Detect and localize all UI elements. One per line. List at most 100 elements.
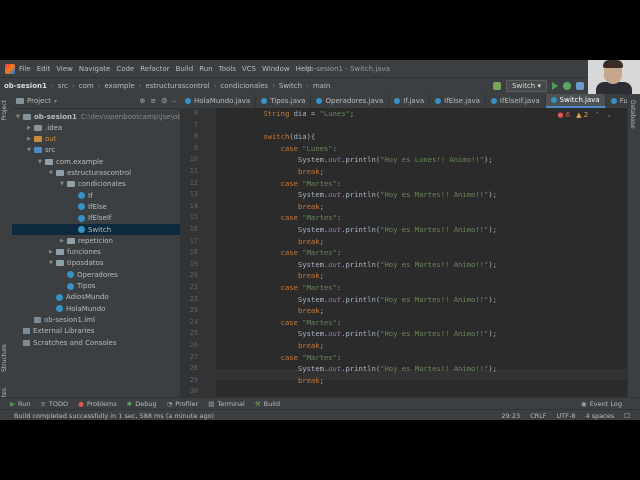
menu-build[interactable]: Build <box>176 65 194 73</box>
breadcrumb-condicionales[interactable]: condicionales <box>220 82 268 90</box>
menu-code[interactable]: Code <box>116 65 134 73</box>
expanded-arrow-icon[interactable]: ▼ <box>60 181 67 187</box>
breadcrumb-estructurascontrol[interactable]: estructurascontrol <box>145 82 209 90</box>
inspection-widget[interactable]: ● 6 ▲ 2 ⌃ ⌄ <box>557 111 612 119</box>
expanded-arrow-icon[interactable]: ▼ <box>27 147 34 153</box>
menu-file[interactable]: File <box>19 65 31 73</box>
editor-tab[interactable]: IfElse.java <box>430 94 486 108</box>
tool-debug[interactable]: ✱ Debug <box>127 400 157 408</box>
run-icon[interactable] <box>552 82 558 90</box>
editor-tab[interactable]: Tipos.java <box>256 94 312 108</box>
chevron-up-icon[interactable]: ⌃ <box>594 111 600 119</box>
collapse-icon[interactable]: ≡ <box>150 97 156 105</box>
tool-profiler[interactable]: ◔ Profiler <box>167 400 199 408</box>
collapsed-arrow-icon[interactable]: ▶ <box>49 249 56 255</box>
tool-build[interactable]: ⚒ Build <box>255 400 280 408</box>
project-panel-title[interactable]: Project <box>27 97 51 105</box>
menu-tools[interactable]: Tools <box>219 65 236 73</box>
collapsed-arrow-icon[interactable]: ▶ <box>27 136 34 142</box>
debug-icon[interactable] <box>563 82 571 90</box>
breadcrumb-switch[interactable]: Switch <box>279 82 302 90</box>
tree-item[interactable]: External Libraries <box>12 326 95 337</box>
editor-tab[interactable]: IfElseIf.java <box>486 94 546 108</box>
keyword: break <box>297 271 320 281</box>
tree-item[interactable]: ▶ repeticion <box>12 235 113 246</box>
locate-icon[interactable]: ⊕ <box>139 97 145 105</box>
menu-refactor[interactable]: Refactor <box>140 65 169 73</box>
breadcrumb-com[interactable]: com <box>79 82 94 90</box>
tree-item[interactable]: HolaMundo <box>12 303 105 314</box>
webcam-overlay <box>588 60 640 94</box>
editor-tab[interactable]: Switch.java <box>545 94 606 108</box>
editor-tab[interactable]: Fur <box>606 94 628 108</box>
tool-todo[interactable]: ≡ TODO <box>40 400 68 408</box>
chevron-down-icon[interactable]: ▾ <box>54 98 57 105</box>
menu-edit[interactable]: Edit <box>37 65 51 73</box>
caret-position[interactable]: 29:23 <box>501 412 520 420</box>
menu-window[interactable]: Window <box>262 65 290 73</box>
tree-item[interactable]: ▼ tiposdatos <box>12 258 103 269</box>
expanded-arrow-icon[interactable]: ▼ <box>38 159 45 165</box>
collapsed-arrow-icon[interactable]: ▶ <box>60 238 67 244</box>
tree-item[interactable]: ▼ src <box>12 145 55 156</box>
breadcrumb-separator-icon: › <box>138 82 142 90</box>
tree-item-label: src <box>45 146 56 155</box>
tree-item[interactable]: If <box>12 190 93 201</box>
tool-run[interactable]: ▶ Run <box>10 400 30 408</box>
expanded-arrow-icon[interactable]: ▼ <box>49 170 56 176</box>
menu-run[interactable]: Run <box>199 65 212 73</box>
menu-vcs[interactable]: VCS <box>242 65 256 73</box>
tree-item[interactable]: IfElseIf <box>12 213 111 224</box>
editor-tab[interactable]: HolaMundo.java <box>180 94 257 108</box>
chevron-down-icon[interactable]: ⌄ <box>606 111 612 119</box>
tool-terminal[interactable]: ▤ Terminal <box>208 400 245 408</box>
code-editor[interactable]: ● 6 ▲ 2 ⌃ ⌄ 6 String dia = "Lunes"; 7 8 sw… <box>180 108 628 400</box>
hammer-icon[interactable] <box>493 82 502 90</box>
tree-item[interactable]: ▼ condicionales <box>12 179 126 190</box>
project-tool-button[interactable]: Project <box>1 100 8 121</box>
menu-view[interactable]: View <box>56 65 73 73</box>
database-tool-button[interactable]: Database <box>629 100 636 129</box>
editor-tab[interactable]: Operadores.java <box>311 94 390 108</box>
hide-icon[interactable]: – <box>173 97 177 105</box>
structure-tool-button[interactable]: Structure <box>1 344 8 372</box>
tool-event-log[interactable]: ◉ Event Log <box>581 400 622 408</box>
menu-navigate[interactable]: Navigate <box>79 65 110 73</box>
tree-item[interactable]: ▶ funciones <box>12 247 101 258</box>
breadcrumb-project[interactable]: ob-sesion1 <box>4 82 47 90</box>
run-config-select[interactable]: Switch ▾ <box>506 80 547 92</box>
expanded-arrow-icon[interactable]: ▼ <box>16 114 23 120</box>
tree-item[interactable]: ▼ com.example <box>12 156 103 167</box>
code-line: String dia = "Lunes"; <box>263 109 355 118</box>
indent-setting[interactable]: 4 spaces <box>586 412 615 420</box>
gear-icon[interactable]: ⚙ <box>161 97 167 105</box>
keyword: break <box>297 306 320 316</box>
collapsed-arrow-icon[interactable]: ▶ <box>27 125 34 131</box>
tree-item[interactable]: Switch <box>12 224 180 235</box>
tree-item[interactable]: AdiosMundo <box>12 292 109 303</box>
tree-item[interactable]: IfElse <box>12 201 107 212</box>
tree-item[interactable]: ▼ estructurascontrol <box>12 168 131 179</box>
lock-icon[interactable]: ☐ <box>624 412 630 420</box>
editor-tab[interactable]: If.java <box>389 94 431 108</box>
breadcrumb-main[interactable]: main <box>313 82 331 90</box>
tree-item[interactable]: ▶ out <box>12 134 56 145</box>
java-class-icon <box>550 97 557 103</box>
tree-item-label: IfElse <box>88 202 107 211</box>
file-encoding[interactable]: UTF-8 <box>557 412 576 420</box>
tree-item[interactable]: ▶ .idea <box>12 122 62 133</box>
breadcrumb-src[interactable]: src <box>58 82 68 90</box>
breadcrumb-separator-icon: › <box>97 82 101 90</box>
line-separator[interactable]: CRLF <box>530 412 546 420</box>
tree-item[interactable]: Operadores <box>12 269 118 280</box>
tree-item[interactable]: Scratches and Consoles <box>12 337 117 348</box>
breadcrumb-example[interactable]: example <box>105 82 135 90</box>
tree-item[interactable]: ob-sesion1.iml <box>12 314 95 325</box>
expanded-arrow-icon[interactable]: ▼ <box>49 260 56 266</box>
status-message[interactable]: Build completed successfully in 1 sec, 5… <box>14 412 214 420</box>
tree-item[interactable]: Tipos <box>12 281 95 292</box>
package-icon <box>67 237 75 244</box>
coverage-icon[interactable] <box>576 82 584 90</box>
tool-problems[interactable]: ● Problems <box>78 400 117 408</box>
tree-item-label: com.example <box>56 157 104 166</box>
